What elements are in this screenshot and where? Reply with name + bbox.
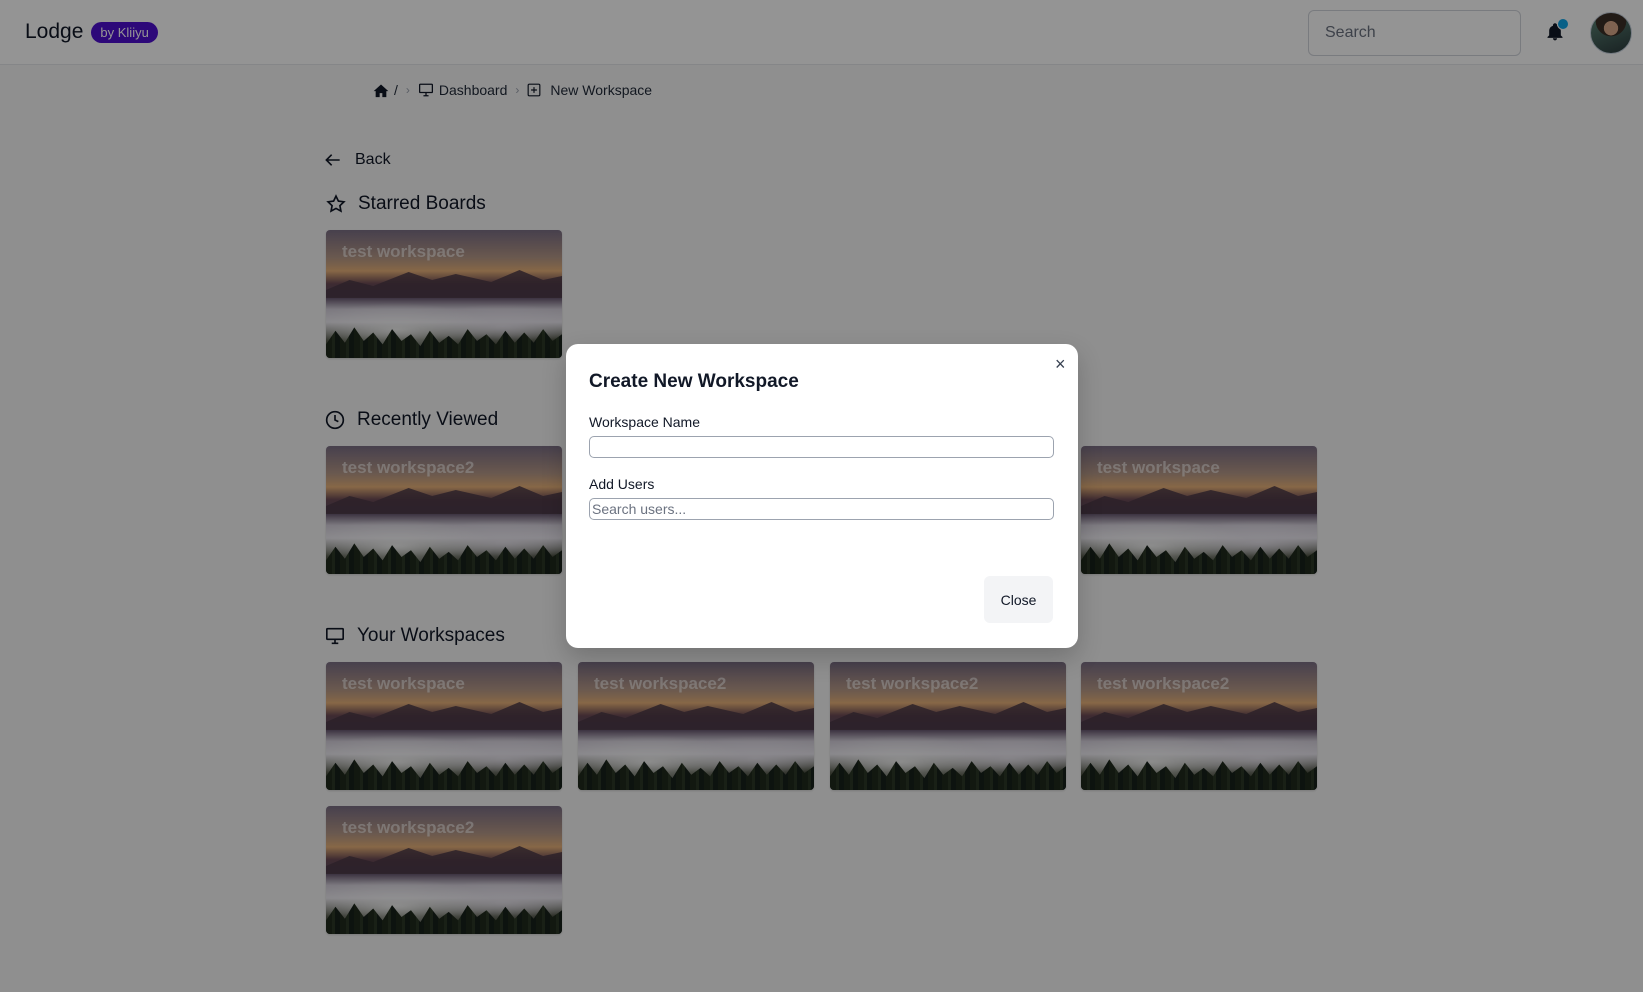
add-users-input[interactable] [589, 498, 1054, 520]
add-users-label: Add Users [589, 476, 655, 492]
workspace-name-input[interactable] [589, 436, 1054, 458]
close-icon[interactable]: × [1055, 354, 1066, 375]
modal-title: Create New Workspace [589, 371, 799, 392]
workspace-name-label: Workspace Name [589, 414, 701, 430]
create-workspace-modal: × Create New Workspace Workspace Name Ad… [566, 344, 1078, 648]
close-button[interactable]: Close [984, 576, 1053, 623]
